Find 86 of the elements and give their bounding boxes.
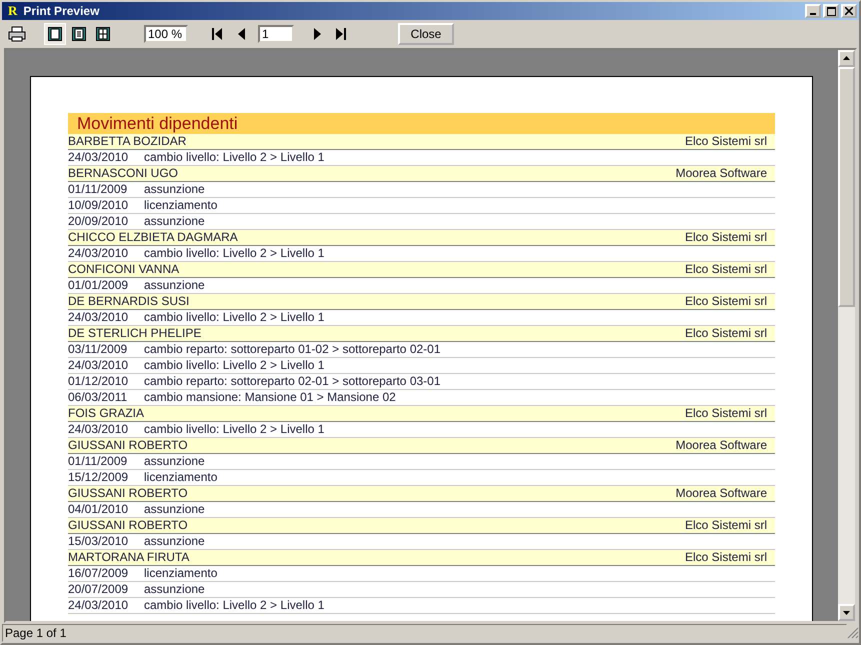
last-page-icon — [336, 28, 346, 40]
printer-icon — [8, 26, 26, 42]
entry-date: 15/12/2009 — [68, 470, 130, 485]
entry-date: 24/03/2010 — [68, 150, 130, 165]
entry-date: 24/03/2010 — [68, 358, 130, 373]
employee-name: GIUSSANI ROBERTO — [68, 486, 188, 501]
company-name: Elco Sistemi srl — [684, 406, 768, 421]
company-name: Elco Sistemi srl — [684, 518, 768, 533]
company-name: Elco Sistemi srl — [684, 262, 768, 277]
scroll-up-button[interactable] — [838, 50, 855, 67]
page-field[interactable]: 1 — [258, 25, 294, 43]
close-preview-button[interactable]: Close — [398, 23, 454, 45]
minimize-button[interactable] — [805, 4, 821, 18]
next-page-icon — [314, 28, 320, 40]
status-text: Page 1 of 1 — [2, 624, 847, 642]
employee-name: CHICCO ELZBIETA DAGMARA — [68, 230, 238, 245]
maximize-icon — [826, 6, 836, 16]
scroll-down-button[interactable] — [838, 604, 855, 621]
app-logo: R — [8, 3, 18, 19]
entry-description: cambio livello: Livello 2 > Livello 1 — [144, 358, 324, 373]
employee-name: BERNASCONI UGO — [68, 166, 178, 181]
entry-date: 01/11/2009 — [68, 182, 128, 197]
entry-description: cambio livello: Livello 2 > Livello 1 — [144, 150, 324, 165]
entry-date: 24/03/2010 — [68, 422, 130, 437]
entry-date: 01/12/2010 — [68, 374, 130, 389]
company-name: Elco Sistemi srl — [684, 550, 768, 565]
entry-description: cambio livello: Livello 2 > Livello 1 — [144, 310, 324, 325]
view-mode-button[interactable] — [44, 23, 66, 45]
company-name: Moorea Software — [676, 486, 768, 501]
previous-page-icon — [238, 28, 244, 40]
entry-description: licenziamento — [144, 566, 218, 581]
employee-name: BARBETTA BOZIDAR — [68, 134, 186, 149]
company-name: Moorea Software — [676, 166, 768, 181]
close-button[interactable] — [841, 4, 857, 18]
employee-name: GIUSSANI ROBERTO — [68, 438, 188, 453]
entry-description: licenziamento — [144, 470, 218, 485]
entry-date: 15/03/2010 — [68, 534, 130, 549]
company-name: Elco Sistemi srl — [684, 134, 768, 149]
entry-description: assunzione — [144, 182, 205, 197]
multi-page-icon — [96, 27, 110, 41]
entry-date: 03/11/2009 — [68, 342, 128, 357]
entry-description: assunzione — [144, 278, 205, 293]
entry-description: cambio reparto: sottoreparto 01-02 > sottoreparto 02-01 — [144, 342, 441, 357]
entry-description: assunzione — [144, 502, 205, 517]
company-name: Moorea Software — [676, 438, 768, 453]
employee-name: CONFICONI VANNA — [68, 262, 180, 277]
company-name: Elco Sistemi srl — [684, 326, 768, 341]
employee-name: DE BERNARDIS SUSI — [68, 294, 190, 309]
entry-date: 10/09/2010 — [68, 198, 130, 213]
up-arrow-icon — [843, 55, 850, 62]
employee-name: DE STERLICH PHELIPE — [68, 326, 202, 341]
entry-description: cambio mansione: Mansione 01 > Mansione 02 — [144, 390, 396, 405]
maximize-button[interactable] — [823, 4, 839, 18]
entry-description: cambio reparto: sottoreparto 02-01 > sottoreparto 03-01 — [144, 374, 441, 389]
down-arrow-icon — [843, 609, 850, 616]
entry-date: 01/11/2009 — [68, 454, 128, 469]
company-name: Elco Sistemi srl — [684, 294, 768, 309]
resize-grip-icon — [847, 627, 859, 639]
entry-description: assunzione — [144, 214, 205, 229]
employee-name: GIUSSANI ROBERTO — [68, 518, 188, 533]
entry-description: cambio livello: Livello 2 > Livello 1 — [144, 246, 324, 261]
entry-date: 06/03/2011 — [68, 390, 128, 405]
zoom-field[interactable]: 100 % — [144, 25, 188, 43]
entry-description: assunzione — [144, 454, 205, 469]
entry-description: assunzione — [144, 582, 205, 597]
close-icon — [845, 7, 853, 15]
report-title: Movimenti dipendenti — [68, 113, 775, 134]
company-name: Elco Sistemi srl — [684, 230, 768, 245]
entry-description: cambio livello: Livello 2 > Livello 1 — [144, 422, 324, 437]
employee-name: FOIS GRAZIA — [68, 406, 144, 421]
entry-description: cambio livello: Livello 2 > Livello 1 — [144, 598, 324, 613]
entry-date: 04/01/2010 — [68, 502, 130, 517]
entry-description: licenziamento — [144, 198, 218, 213]
window-title: Print Preview — [23, 4, 100, 18]
entry-description: assunzione — [144, 534, 205, 549]
entry-date: 16/07/2009 — [68, 566, 130, 581]
scroll-thumb[interactable] — [838, 67, 855, 307]
entry-date: 24/03/2010 — [68, 598, 130, 613]
entry-date: 20/09/2010 — [68, 214, 130, 229]
single-page-icon — [48, 27, 62, 41]
entry-date: 01/01/2009 — [68, 278, 130, 293]
entry-date: 20/07/2009 — [68, 582, 130, 597]
first-page-icon — [212, 28, 222, 40]
entry-date: 24/03/2010 — [68, 246, 130, 261]
employee-name: MARTORANA FIRUTA — [68, 550, 190, 565]
entry-date: 24/03/2010 — [68, 310, 130, 325]
